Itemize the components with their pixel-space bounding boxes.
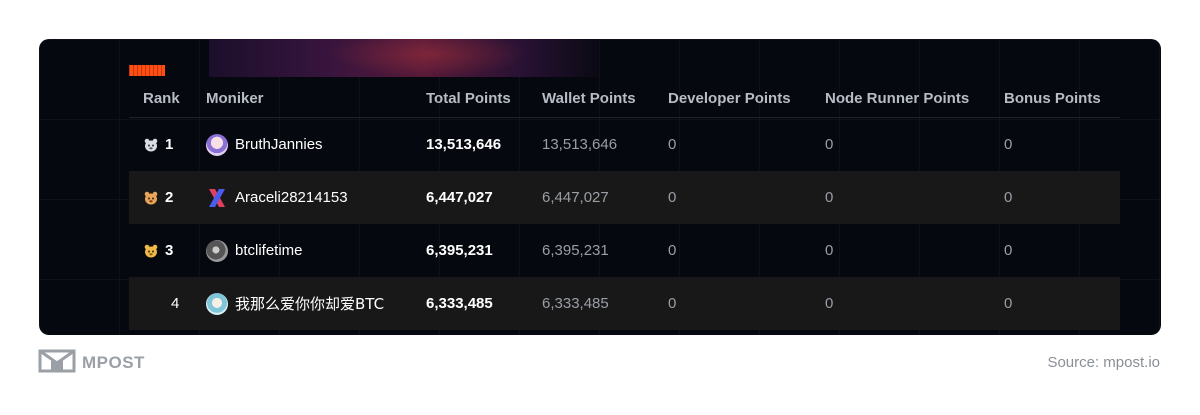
column-header-total-points[interactable]: Total Points <box>426 79 511 117</box>
total-points-cell: 13,513,646 <box>426 136 502 153</box>
table-row[interactable]: 1 BruthJannies 13,513,646 13,513,646 0 0… <box>129 118 1120 171</box>
bonus-points-cell: 0 <box>1004 189 1013 206</box>
total-points-cell: 6,333,485 <box>426 295 493 312</box>
avatar <box>206 133 228 156</box>
medal-icon <box>143 137 159 153</box>
column-header-node-runner-points[interactable]: Node Runner Points <box>825 79 969 117</box>
wallet-points-cell: 13,513,646 <box>542 136 618 153</box>
node-runner-points-cell: 0 <box>825 136 834 153</box>
mpost-logo[interactable]: MPOST <box>38 349 145 377</box>
medal-icon <box>143 243 159 259</box>
total-points-cell: 6,447,027 <box>426 189 493 206</box>
table-row[interactable]: 2 Araceli28214153 6,447,027 6,447,027 0 … <box>129 171 1120 224</box>
column-header-developer-points[interactable]: Developer Points <box>668 79 791 117</box>
leaderboard-card: Rank Moniker Total Points Wallet Points … <box>39 39 1161 335</box>
table-header-row: Rank Moniker Total Points Wallet Points … <box>129 79 1120 118</box>
bonus-points-cell: 0 <box>1004 136 1013 153</box>
moniker-name[interactable]: btclifetime <box>235 242 303 259</box>
avatar <box>206 239 228 262</box>
total-points-cell: 6,395,231 <box>426 242 493 259</box>
brand-name: MPOST <box>82 353 145 372</box>
moniker-cell: Araceli28214153 <box>206 171 348 224</box>
rank-cell: 4 <box>143 277 179 330</box>
rank-cell: 3 <box>143 224 173 277</box>
bonus-points-cell: 0 <box>1004 295 1013 312</box>
wallet-points-cell: 6,333,485 <box>542 295 609 312</box>
avatar <box>206 292 228 315</box>
rank-number: 4 <box>171 295 180 312</box>
moniker-cell: BruthJannies <box>206 118 323 171</box>
column-header-wallet-points[interactable]: Wallet Points <box>542 79 636 117</box>
moniker-cell: btclifetime <box>206 224 303 277</box>
rank-number: 1 <box>165 136 174 153</box>
moniker-cell: 我那么爱你你却爱BTC <box>206 277 384 330</box>
orange-accent-mark <box>129 65 165 76</box>
developer-points-cell: 0 <box>668 242 677 259</box>
rank-cell: 1 <box>143 118 173 171</box>
source-caption: Source: mpost.io <box>1047 354 1160 371</box>
rank-cell: 2 <box>143 171 173 224</box>
banner-glow <box>329 39 529 77</box>
x-logo-icon <box>206 187 228 209</box>
medal-icon <box>143 190 159 206</box>
node-runner-points-cell: 0 <box>825 189 834 206</box>
mpost-logo-icon <box>38 348 76 379</box>
wallet-points-cell: 6,447,027 <box>542 189 609 206</box>
moniker-name[interactable]: 我那么爱你你却爱BTC <box>235 293 384 314</box>
wallet-points-cell: 6,395,231 <box>542 242 609 259</box>
developer-points-cell: 0 <box>668 189 677 206</box>
leaderboard-table: Rank Moniker Total Points Wallet Points … <box>129 79 1120 330</box>
table-row[interactable]: 3 btclifetime 6,395,231 6,395,231 0 0 0 <box>129 224 1120 277</box>
column-header-bonus-points[interactable]: Bonus Points <box>1004 79 1101 117</box>
rank-number: 3 <box>165 242 174 259</box>
bonus-points-cell: 0 <box>1004 242 1013 259</box>
node-runner-points-cell: 0 <box>825 242 834 259</box>
developer-points-cell: 0 <box>668 295 677 312</box>
column-header-rank[interactable]: Rank <box>143 79 180 117</box>
table-row[interactable]: 4 我那么爱你你却爱BTC 6,333,485 6,333,485 0 0 0 <box>129 277 1120 330</box>
node-runner-points-cell: 0 <box>825 295 834 312</box>
column-header-moniker[interactable]: Moniker <box>206 79 264 117</box>
moniker-name[interactable]: BruthJannies <box>235 136 323 153</box>
developer-points-cell: 0 <box>668 136 677 153</box>
rank-number: 2 <box>165 189 174 206</box>
moniker-name[interactable]: Araceli28214153 <box>235 189 348 206</box>
